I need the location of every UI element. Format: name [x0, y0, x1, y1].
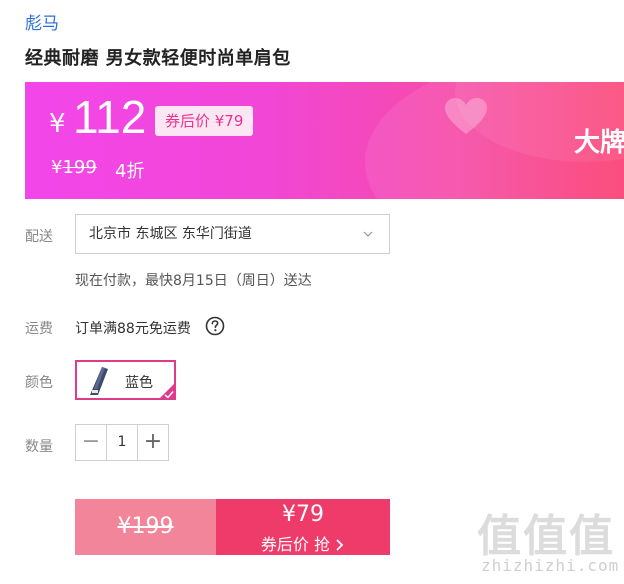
chevron-right-icon	[336, 539, 344, 551]
quantity-label: 数量	[25, 439, 53, 455]
brand-link[interactable]: 彪马	[25, 9, 59, 34]
buy-action-label: 券后价 抢	[260, 535, 330, 554]
quantity-stepper: − 1 +	[75, 424, 169, 461]
delivery-estimate: 现在付款，最快8月15日（周日）送达	[75, 273, 312, 289]
discount-badge: 4折	[115, 161, 145, 182]
heart-icon	[445, 98, 487, 134]
price-banner: ¥ 112 券后价 ¥79 ¥199 4折 大牌	[25, 82, 624, 199]
color-option-label: 蓝色	[125, 375, 153, 391]
question-icon[interactable]	[205, 316, 225, 336]
watermark-logo: 值值值	[477, 511, 615, 562]
shipping-policy: 订单满88元免运费	[75, 321, 191, 337]
buy-action: 券后价 抢	[216, 531, 390, 555]
coupon-buy-button[interactable]: ¥79 券后价 抢	[216, 499, 390, 555]
original-amount: 199	[62, 157, 97, 178]
product-title: 经典耐磨 男女款轻便时尚单肩包	[25, 48, 291, 69]
color-label: 颜色	[25, 375, 53, 391]
decrease-quantity-button[interactable]: −	[76, 425, 107, 460]
price-currency: ¥	[49, 109, 66, 139]
delivery-location-select[interactable]: 北京市 东城区 东华门街道	[75, 214, 390, 254]
chevron-down-icon	[363, 231, 373, 237]
increase-quantity-button[interactable]: +	[137, 425, 168, 460]
banner-promo-text: 大牌	[574, 128, 624, 158]
product-thumbnail	[90, 367, 108, 395]
delivery-label: 配送	[25, 229, 53, 245]
original-price-buy-button[interactable]: ¥199	[75, 499, 216, 555]
quantity-input[interactable]: 1	[107, 425, 137, 460]
original-price: ¥199	[51, 157, 97, 178]
buy-original-price: ¥199	[117, 514, 174, 539]
site-watermark: 值值值 zhizhizhi.com	[477, 500, 620, 578]
color-option-blue[interactable]: 蓝色	[75, 360, 176, 400]
shipping-label: 运费	[25, 321, 53, 337]
original-currency: ¥	[51, 157, 63, 178]
current-price: 112	[73, 91, 147, 143]
watermark-domain: zhizhizhi.com	[481, 556, 620, 575]
buy-coupon-price: ¥79	[282, 502, 324, 527]
check-icon	[158, 382, 176, 400]
coupon-price-tag: 券后价 ¥79	[155, 106, 254, 136]
delivery-location-value: 北京市 东城区 东华门街道	[89, 226, 252, 242]
